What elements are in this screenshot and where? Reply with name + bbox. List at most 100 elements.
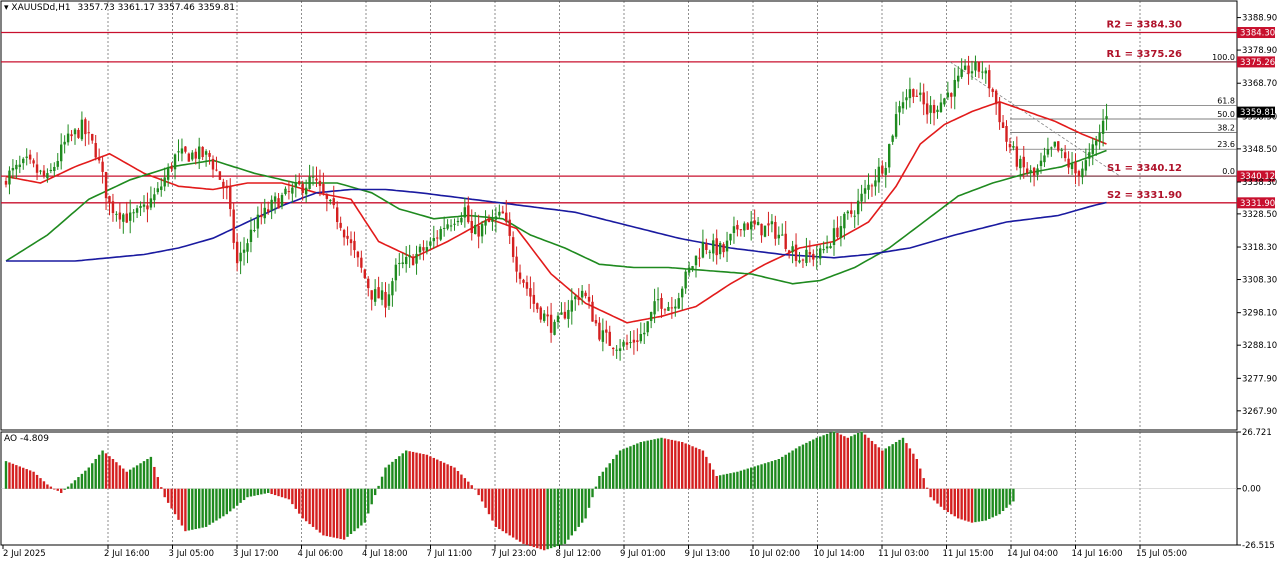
ao-bar	[80, 473, 84, 489]
ao-bar	[863, 434, 867, 489]
ao-bar	[429, 456, 432, 489]
ao-bar	[777, 459, 780, 489]
ao-bar	[991, 488, 994, 518]
candle-body	[943, 98, 946, 105]
ao-bar	[56, 488, 59, 491]
ao-bar	[187, 488, 191, 531]
collapse-triangle-icon[interactable]: ▾	[4, 3, 9, 13]
ao-bar	[249, 488, 253, 497]
candle-body	[373, 289, 377, 302]
candle-body	[1060, 149, 1063, 151]
ao-bar	[474, 488, 477, 490]
symbol-header[interactable]: ▾ XAUUSDd,H1 3357.73 3361.17 3357.46 335…	[4, 3, 235, 13]
candle-body	[511, 237, 515, 257]
candle-body	[477, 225, 480, 237]
y-tick-label: 3277.90	[1242, 374, 1277, 384]
ao-bar	[149, 456, 153, 489]
candle-body	[218, 171, 222, 180]
ao-bar	[691, 446, 694, 489]
candle-body	[129, 212, 132, 221]
candle-body	[287, 191, 291, 193]
candle-body	[411, 256, 415, 266]
candle-body	[1005, 125, 1008, 142]
ao-bar	[988, 488, 991, 519]
candle-body	[781, 234, 784, 236]
candle-body	[898, 106, 901, 113]
candle-body	[198, 146, 201, 159]
ao-bar	[794, 448, 798, 489]
candle-body	[1001, 122, 1005, 128]
candle-body	[494, 216, 498, 220]
ao-bar	[4, 461, 8, 489]
candle-body	[677, 298, 680, 309]
candle-body	[42, 170, 46, 177]
ao-bar	[332, 488, 335, 538]
candle-body	[311, 176, 315, 178]
ao-bar	[322, 488, 325, 536]
candle-body	[246, 243, 249, 252]
ao-bar	[536, 488, 539, 549]
ao-bar	[405, 450, 408, 489]
ao-bar	[125, 471, 128, 489]
ao-bar	[925, 487, 929, 489]
candle-body	[80, 119, 84, 140]
ao-bar	[781, 456, 784, 489]
candle-body	[474, 224, 477, 235]
candle-body	[398, 262, 401, 264]
x-tick-label: 2 Jul 2025	[3, 549, 46, 559]
ao-bar	[191, 488, 194, 530]
ao-bar	[42, 481, 46, 489]
x-tick-label: 9 Jul 01:00	[620, 549, 666, 559]
candle-body	[377, 287, 380, 299]
ao-bar	[732, 472, 736, 489]
ao-bar	[939, 488, 943, 507]
ao-bar	[522, 488, 525, 544]
ao-bar	[798, 446, 801, 489]
ao-bar	[273, 488, 277, 496]
candle-body	[46, 173, 49, 179]
ao-bar	[1001, 488, 1005, 512]
ao-bar	[649, 439, 653, 489]
x-tick-label: 9 Jul 13:00	[685, 549, 731, 559]
ao-bar	[232, 488, 235, 509]
ao-bar	[91, 463, 94, 489]
candle-body	[160, 186, 163, 190]
ao-bar	[598, 475, 601, 489]
candle-body	[1029, 170, 1032, 173]
y-tick-label: 3298.10	[1242, 309, 1277, 319]
ao-bar	[246, 488, 249, 498]
ao-bar	[367, 488, 370, 514]
candle-body	[363, 269, 366, 278]
candle-body	[656, 299, 660, 301]
candle-body	[304, 187, 308, 195]
candle-body	[774, 221, 777, 239]
candle-body	[367, 278, 370, 289]
candle-body	[977, 62, 981, 72]
candle-body	[253, 230, 256, 232]
candle-body	[1022, 156, 1025, 168]
candle-body	[546, 314, 549, 317]
ao-y-tick-label: 26.721	[1242, 428, 1272, 438]
ao-bar	[498, 488, 501, 530]
candle-body	[681, 288, 684, 298]
level-label-r2: R2 = 3384.30	[1106, 20, 1182, 31]
candle-body	[515, 256, 518, 272]
candle-body	[232, 209, 235, 243]
ao-bar	[11, 463, 15, 489]
candle-body	[1015, 146, 1019, 167]
ao-bar	[218, 488, 222, 519]
ao-bar	[180, 488, 184, 526]
ao-bar	[422, 454, 425, 489]
candle-body	[177, 151, 180, 153]
candle-body	[60, 144, 63, 162]
candle-body	[132, 212, 135, 214]
ao-bar	[270, 488, 273, 495]
candle-body	[805, 249, 808, 263]
candle-body	[839, 226, 843, 238]
candle-body	[712, 240, 715, 254]
ao-bar	[401, 453, 404, 489]
ao-bar	[963, 488, 967, 521]
candle-body	[35, 164, 39, 173]
ao-bar	[166, 488, 170, 503]
ao-bar	[750, 467, 753, 489]
